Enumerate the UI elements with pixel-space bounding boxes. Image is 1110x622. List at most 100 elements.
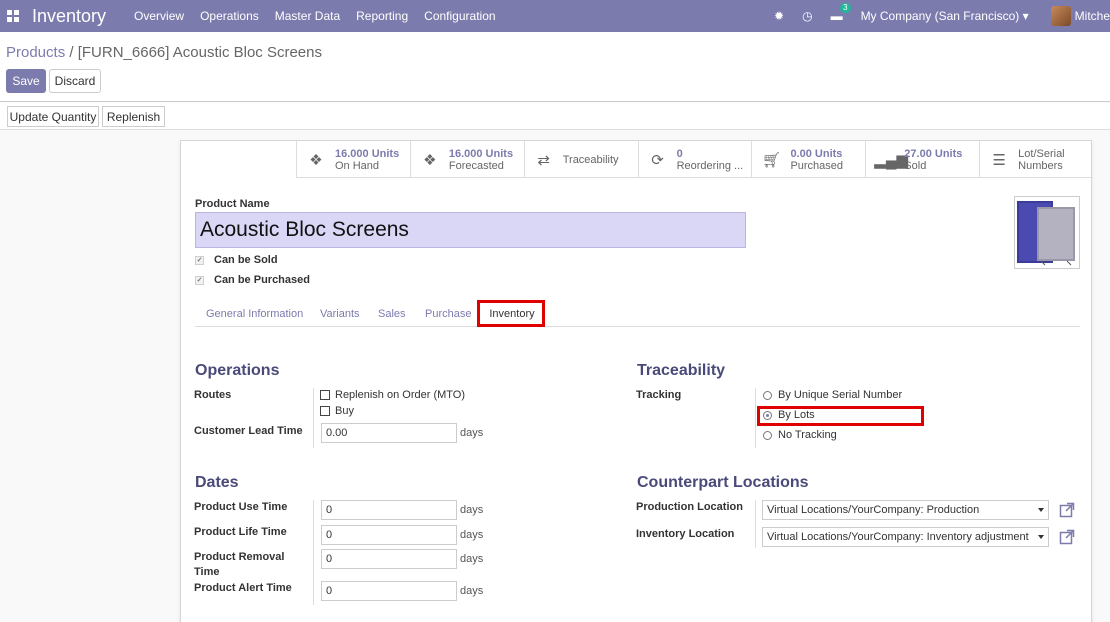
reordering-value: 0	[676, 147, 683, 160]
customer-lead-time-label: Customer Lead Time	[194, 425, 303, 437]
smart-button-traceability[interactable]: ⇄ Traceability	[523, 141, 638, 178]
menu-configuration[interactable]: Configuration	[424, 9, 495, 23]
product-image[interactable]	[1014, 196, 1080, 269]
customer-lead-time-input[interactable]: 0.00	[321, 423, 457, 443]
smart-button-forecasted[interactable]: ❖ 16.000 Units Forecasted	[409, 141, 524, 178]
menu-overview[interactable]: Overview	[134, 9, 184, 23]
caret-down-icon	[1038, 508, 1044, 512]
external-link-icon[interactable]	[1059, 502, 1075, 518]
product-alert-time-label: Product Alert Time	[194, 582, 292, 594]
smart-button-on-hand[interactable]: ❖ 16.000 Units On Hand	[296, 141, 410, 178]
smart-button-sold[interactable]: ▂▄▆ 27.00 Units Sold	[865, 141, 979, 178]
save-button[interactable]: Save	[6, 69, 46, 93]
cart-icon: 🛒︎	[761, 151, 781, 169]
company-switcher[interactable]: My Company (San Francisco) ▾	[861, 9, 1029, 23]
counterpart-section-title: Counterpart Locations	[637, 474, 809, 491]
breadcrumb-separator: /	[65, 44, 78, 61]
update-quantity-button[interactable]: Update Quantity	[7, 106, 99, 127]
menu-operations[interactable]: Operations	[200, 9, 259, 23]
route-buy-row: Buy	[320, 405, 354, 417]
user-name[interactable]: Mitche	[1075, 9, 1110, 23]
smart-buttons: ❖ 16.000 Units On Hand ❖ 16.000 Units Fore…	[296, 141, 1093, 178]
forecasted-value: 16.000 Units	[448, 147, 514, 160]
counterpart-divider	[755, 500, 756, 548]
tab-sales[interactable]: Sales	[378, 308, 406, 320]
product-removal-time-unit: days	[460, 553, 484, 565]
reordering-label: Reordering ...	[676, 159, 744, 172]
external-link-icon[interactable]	[1059, 529, 1075, 545]
avatar[interactable]	[1050, 6, 1071, 26]
purchased-label: Purchased	[790, 159, 844, 172]
arrows-exchange-icon: ⇄	[537, 151, 550, 169]
can-be-purchased-checkbox[interactable]: ✓	[195, 275, 204, 285]
tracking-none-row: No Tracking	[763, 429, 837, 441]
app-title[interactable]: Inventory	[32, 6, 106, 27]
menu-master-data[interactable]: Master Data	[275, 9, 340, 23]
tracking-serial-row: By Unique Serial Number	[763, 389, 902, 401]
inventory-location-select[interactable]: Virtual Locations/YourCompany: Inventory…	[762, 527, 1049, 547]
route-buy-label: Buy	[335, 405, 354, 417]
clock-icon[interactable]: ◷	[802, 9, 812, 23]
navbar-systray: ✹ ◷ ▬ 3 My Company (San Francisco) ▾ Mitc…	[774, 0, 1110, 32]
product-name-input[interactable]: Acoustic Bloc Screens	[195, 212, 746, 248]
production-location-value: Virtual Locations/YourCompany: Productio…	[767, 504, 980, 516]
tracking-none-label: No Tracking	[778, 429, 837, 441]
product-life-time-label: Product Life Time	[194, 526, 287, 538]
tab-purchase[interactable]: Purchase	[425, 308, 471, 320]
tab-variants[interactable]: Variants	[320, 308, 360, 320]
route-mto-label: Replenish on Order (MTO)	[335, 389, 466, 401]
product-removal-time-label: Product Removal Time	[194, 551, 285, 578]
tracking-serial-radio[interactable]	[763, 390, 772, 400]
form-header: Update Quantity Replenish	[0, 103, 1110, 130]
on-hand-label: On Hand	[335, 159, 380, 172]
on-hand-value: 16.000 Units	[335, 147, 400, 160]
discard-button[interactable]: Discard	[49, 69, 101, 93]
production-location-label: Production Location	[636, 501, 743, 513]
inventory-location-value: Virtual Locations/YourCompany: Inventory…	[767, 531, 1029, 543]
notebook-tabs: General Information Variants Sales Purch…	[195, 301, 1080, 327]
product-removal-time-input[interactable]: 0	[321, 549, 457, 569]
product-use-time-label: Product Use Time	[194, 501, 288, 513]
chat-icon[interactable]: ▬ 3	[831, 3, 851, 23]
product-life-time-unit: days	[460, 529, 484, 541]
traceability-divider	[755, 388, 756, 448]
product-alert-time-input[interactable]: 0	[321, 581, 457, 601]
customer-lead-time-unit: days	[460, 427, 484, 439]
breadcrumb-current: [FURN_6666] Acoustic Bloc Screens	[77, 44, 322, 61]
route-mto-row: Replenish on Order (MTO)	[320, 389, 465, 401]
traceability-label: Traceability	[562, 153, 619, 166]
replenish-button[interactable]: Replenish	[102, 106, 165, 127]
can-be-sold-label: Can be Sold	[214, 254, 278, 266]
production-location-select[interactable]: Virtual Locations/YourCompany: Productio…	[762, 500, 1049, 520]
tracking-serial-label: By Unique Serial Number	[778, 389, 903, 401]
route-buy-checkbox[interactable]	[320, 406, 330, 416]
smart-button-purchased[interactable]: 🛒︎ 0.00 Units Purchased	[751, 141, 865, 178]
tracking-none-radio[interactable]	[763, 430, 772, 440]
breadcrumb-products[interactable]: Products	[6, 44, 65, 61]
can-be-sold-row: ✓ Can be Sold	[195, 253, 278, 267]
product-use-time-input[interactable]: 0	[321, 500, 457, 520]
tab-general-information[interactable]: General Information	[206, 308, 303, 320]
by-lots-highlight	[757, 406, 924, 426]
apps-grid-icon[interactable]	[6, 9, 20, 23]
dates-divider	[313, 500, 314, 605]
menu-reporting[interactable]: Reporting	[356, 9, 408, 23]
smart-button-lot-serial[interactable]: ☰ Lot/Serial Numbers	[979, 141, 1093, 178]
operations-divider	[313, 388, 314, 448]
caret-down-icon	[1038, 535, 1044, 539]
chat-badge: 3	[840, 3, 851, 13]
route-mto-checkbox[interactable]	[320, 390, 330, 400]
bug-icon[interactable]: ✹	[774, 9, 784, 23]
product-life-time-input[interactable]: 0	[321, 525, 457, 545]
product-use-time-unit: days	[460, 504, 484, 516]
can-be-purchased-label: Can be Purchased	[214, 274, 310, 286]
signal-bars-icon: ▂▄▆	[874, 151, 908, 169]
control-panel: Products / [FURN_6666] Acoustic Bloc Scr…	[0, 32, 1110, 102]
inventory-tab-highlight	[477, 300, 545, 327]
can-be-sold-checkbox[interactable]: ✓	[195, 255, 204, 265]
purchased-value: 0.00 Units	[790, 147, 843, 160]
smart-button-reordering[interactable]: ⟳ 0 Reordering ...	[637, 141, 752, 178]
inventory-location-label: Inventory Location	[636, 528, 735, 540]
cubes-icon: ❖	[309, 151, 323, 169]
product-alert-time-unit: days	[460, 585, 484, 597]
